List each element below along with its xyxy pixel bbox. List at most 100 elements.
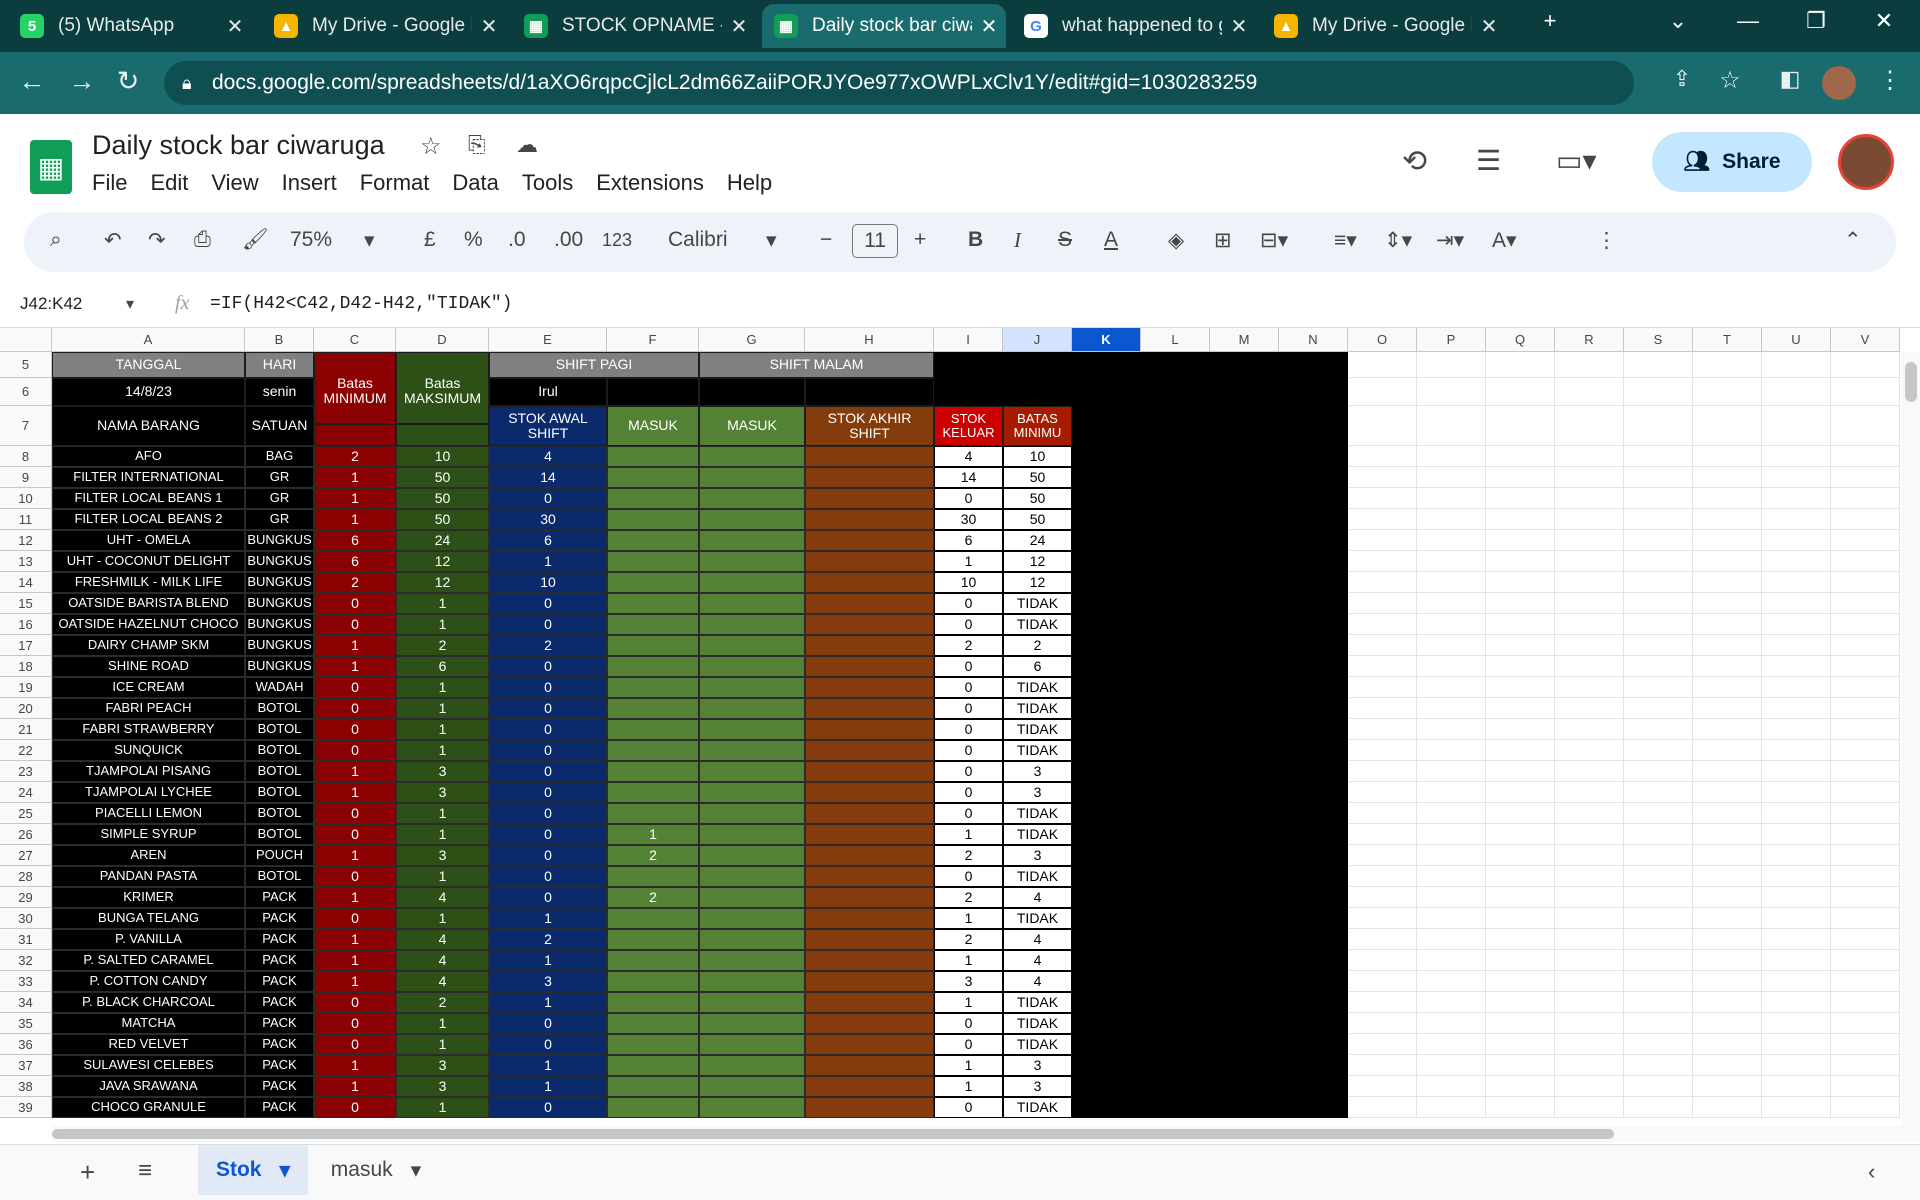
move-folder-icon[interactable]: ⎘ — [468, 132, 486, 158]
item-name[interactable]: UHT - OMELA — [52, 530, 245, 551]
item-masuk-malam[interactable] — [699, 593, 805, 614]
item-masuk[interactable] — [607, 908, 699, 929]
item-stok-awal[interactable]: 0 — [489, 1013, 607, 1034]
item-masuk[interactable] — [607, 530, 699, 551]
item-masuk[interactable] — [607, 761, 699, 782]
item-stok-awal[interactable]: 0 — [489, 614, 607, 635]
empty-cell[interactable] — [1417, 614, 1486, 635]
empty-cell[interactable] — [1348, 677, 1417, 698]
item-stok-akhir[interactable] — [805, 572, 934, 593]
item-batas[interactable]: 3 — [1003, 1055, 1072, 1076]
empty-cell[interactable] — [1555, 824, 1624, 845]
close-icon[interactable]: ✕ — [972, 14, 1006, 39]
empty-cell[interactable] — [1693, 446, 1762, 467]
empty-cell[interactable] — [1831, 467, 1900, 488]
item-batas[interactable]: 4 — [1003, 929, 1072, 950]
item-stok-awal[interactable]: 0 — [489, 824, 607, 845]
item-masuk[interactable] — [607, 803, 699, 824]
item-min[interactable]: 1 — [314, 887, 396, 908]
row-header[interactable]: 20 — [0, 698, 52, 719]
sheet-tab-masuk[interactable]: masuk ▾ — [316, 1145, 436, 1195]
empty-cell[interactable] — [1348, 950, 1417, 971]
item-masuk[interactable]: 2 — [607, 845, 699, 866]
empty-cell[interactable] — [1762, 677, 1831, 698]
row-header[interactable]: 33 — [0, 971, 52, 992]
empty-cell[interactable] — [1831, 677, 1900, 698]
menu-tools[interactable]: Tools — [522, 170, 573, 196]
empty-cell[interactable] — [1555, 635, 1624, 656]
item-stok-awal[interactable]: 1 — [489, 1055, 607, 1076]
empty-cell[interactable] — [1762, 803, 1831, 824]
item-masuk-malam[interactable] — [699, 782, 805, 803]
side-panel-icon[interactable]: ◧ — [1772, 66, 1808, 92]
item-batas[interactable]: 3 — [1003, 1076, 1072, 1097]
item-stok-keluar[interactable]: 1 — [934, 1055, 1003, 1076]
empty-cell[interactable] — [1417, 378, 1486, 406]
empty-cell[interactable] — [1348, 406, 1417, 446]
empty-cell[interactable] — [1693, 719, 1762, 740]
empty-cell[interactable] — [1486, 929, 1555, 950]
item-unit[interactable]: BAG — [245, 446, 314, 467]
empty-cell[interactable] — [1486, 635, 1555, 656]
empty-cell[interactable] — [1624, 992, 1693, 1013]
item-masuk[interactable] — [607, 551, 699, 572]
item-batas[interactable]: 4 — [1003, 887, 1072, 908]
empty-cell[interactable] — [1762, 698, 1831, 719]
empty-cell[interactable] — [1417, 887, 1486, 908]
item-stok-keluar[interactable]: 0 — [934, 1013, 1003, 1034]
item-stok-akhir[interactable] — [805, 1034, 934, 1055]
empty-cell[interactable] — [1417, 1076, 1486, 1097]
item-batas[interactable]: 6 — [1003, 656, 1072, 677]
item-masuk-malam[interactable] — [699, 908, 805, 929]
empty-cell[interactable] — [1417, 698, 1486, 719]
item-max[interactable]: 1 — [396, 1097, 489, 1118]
item-batas[interactable]: 3 — [1003, 761, 1072, 782]
item-batas[interactable]: TIDAK — [1003, 593, 1072, 614]
item-masuk-malam[interactable] — [699, 614, 805, 635]
empty-cell[interactable] — [1348, 887, 1417, 908]
item-masuk-malam[interactable] — [699, 866, 805, 887]
empty-cell[interactable] — [1417, 866, 1486, 887]
item-masuk-malam[interactable] — [699, 992, 805, 1013]
item-stok-keluar[interactable]: 30 — [934, 509, 1003, 530]
item-name[interactable]: UHT - COCONUT DELIGHT — [52, 551, 245, 572]
item-stok-keluar[interactable]: 4 — [934, 446, 1003, 467]
item-name[interactable]: P. BLACK CHARCOAL — [52, 992, 245, 1013]
strikethrough-icon[interactable]: S — [1058, 228, 1072, 252]
item-masuk[interactable] — [607, 971, 699, 992]
item-masuk-malam[interactable] — [699, 635, 805, 656]
empty-cell[interactable] — [1555, 352, 1624, 378]
empty-cell[interactable] — [1762, 761, 1831, 782]
empty-cell[interactable] — [1486, 551, 1555, 572]
empty-cell[interactable] — [1486, 782, 1555, 803]
item-max[interactable]: 12 — [396, 572, 489, 593]
empty-cell[interactable] — [1831, 971, 1900, 992]
item-masuk[interactable] — [607, 509, 699, 530]
empty-cell[interactable] — [1417, 530, 1486, 551]
column-header[interactable]: M — [1210, 328, 1279, 352]
item-unit[interactable]: PACK — [245, 992, 314, 1013]
empty-cell[interactable] — [1555, 488, 1624, 509]
menu-data[interactable]: Data — [452, 170, 498, 196]
empty-cell[interactable] — [1417, 761, 1486, 782]
empty-cell[interactable] — [1762, 656, 1831, 677]
item-stok-keluar[interactable]: 0 — [934, 593, 1003, 614]
empty-cell[interactable] — [1624, 446, 1693, 467]
item-name[interactable]: AFO — [52, 446, 245, 467]
item-masuk-malam[interactable] — [699, 761, 805, 782]
empty-cell[interactable] — [1555, 551, 1624, 572]
item-batas[interactable]: 50 — [1003, 467, 1072, 488]
item-stok-akhir[interactable] — [805, 551, 934, 572]
item-min[interactable]: 0 — [314, 614, 396, 635]
merge-cells-icon[interactable]: ⊟▾ — [1260, 228, 1288, 253]
item-stok-keluar[interactable]: 10 — [934, 572, 1003, 593]
row-header[interactable]: 21 — [0, 719, 52, 740]
row-header[interactable]: 13 — [0, 551, 52, 572]
font-size-input[interactable]: 11 — [852, 224, 898, 258]
browser-tab[interactable]: ▲ My Drive - Google D ✕ — [262, 4, 506, 48]
item-min[interactable]: 2 — [314, 572, 396, 593]
empty-cell[interactable] — [1486, 824, 1555, 845]
item-max[interactable]: 4 — [396, 887, 489, 908]
empty-cell[interactable] — [1693, 352, 1762, 378]
empty-cell[interactable] — [1486, 467, 1555, 488]
